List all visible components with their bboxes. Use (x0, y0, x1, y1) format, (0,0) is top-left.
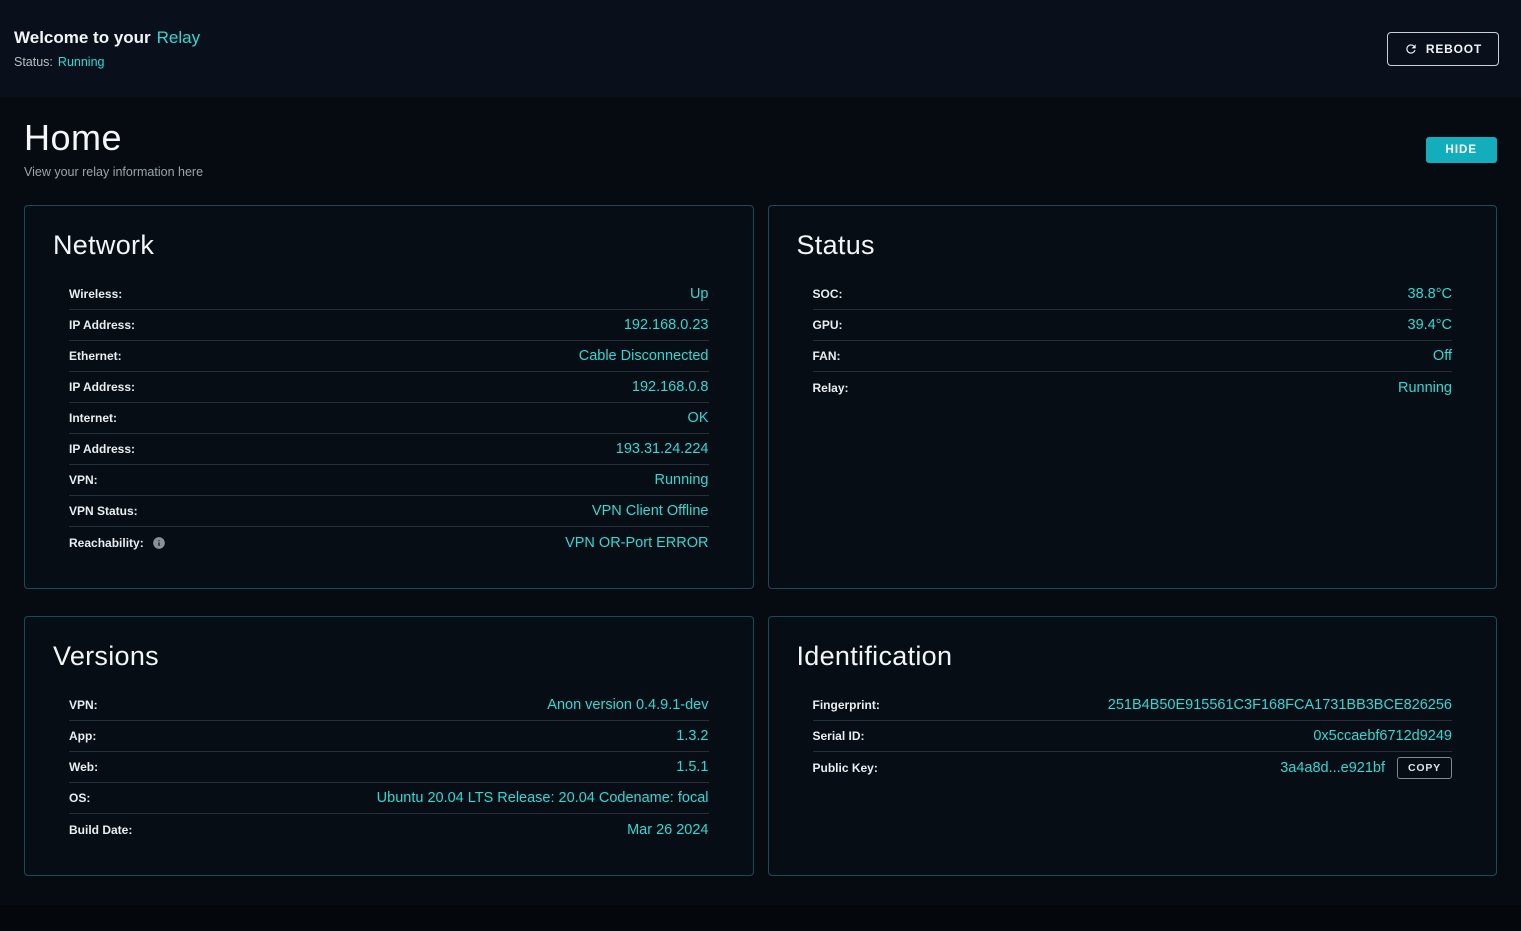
versions-card-title: Versions (53, 641, 725, 672)
row-value: 192.168.0.23 (624, 317, 709, 333)
row-label: Web: (69, 760, 98, 774)
row-value: Up (690, 286, 709, 302)
reboot-label: REBOOT (1426, 42, 1482, 56)
row-value: VPN Client Offline (592, 503, 709, 519)
row-value: Ubuntu 20.04 LTS Release: 20.04 Codename… (377, 790, 709, 806)
row-label: Wireless: (69, 287, 122, 301)
row-value: OK (688, 410, 709, 426)
top-bar: Welcome to your Relay Status: Running RE… (0, 0, 1521, 97)
reboot-button[interactable]: REBOOT (1387, 32, 1499, 66)
network-row: IP Address: 192.168.0.23 (69, 310, 709, 341)
identification-rows: Fingerprint: 251B4B50E915561C3F168FCA173… (797, 690, 1469, 783)
row-label: Serial ID: (813, 729, 865, 743)
versions-row: OS: Ubuntu 20.04 LTS Release: 20.04 Code… (69, 783, 709, 814)
row-value: Anon version 0.4.9.1-dev (547, 697, 708, 713)
row-label: VPN Status: (69, 504, 138, 518)
row-value: Running (654, 472, 708, 488)
row-value: Mar 26 2024 (627, 822, 708, 838)
row-value: 38.8°C (1408, 286, 1453, 302)
row-label: IP Address: (69, 380, 135, 394)
row-label: Fingerprint: (813, 698, 880, 712)
row-label: Reachability: (69, 536, 144, 550)
row-label: SOC: (813, 287, 843, 301)
welcome-prefix: Welcome to your (14, 28, 151, 48)
status-row: FAN: Off (813, 341, 1453, 372)
identification-card-title: Identification (797, 641, 1469, 672)
status-row: Relay: Running (813, 372, 1453, 403)
row-value: VPN OR-Port ERROR (565, 535, 708, 551)
row-label: IP Address: (69, 318, 135, 332)
footer-strip (0, 905, 1521, 931)
network-row: Wireless: Up (69, 279, 709, 310)
network-card-title: Network (53, 230, 725, 261)
network-row: VPN Status: VPN Client Offline (69, 496, 709, 527)
row-label: IP Address: (69, 442, 135, 456)
row-label: FAN: (813, 349, 841, 363)
row-value: 39.4°C (1408, 317, 1453, 333)
page-subtitle: View your relay information here (24, 165, 203, 179)
relay-status: Status: Running (14, 55, 200, 69)
row-label: Public Key: (813, 761, 878, 775)
row-value: 193.31.24.224 (616, 441, 709, 457)
row-label: VPN: (69, 473, 98, 487)
welcome-block: Welcome to your Relay Status: Running (14, 28, 200, 69)
versions-row: Build Date: Mar 26 2024 (69, 814, 709, 845)
network-row: Reachability: VPN OR-Port ERROR (69, 527, 709, 558)
versions-row: App: 1.3.2 (69, 721, 709, 752)
identification-card: Identification Fingerprint: 251B4B50E915… (768, 616, 1498, 876)
row-label: Internet: (69, 411, 117, 425)
page-title: Home (24, 117, 203, 159)
row-value: 1.5.1 (676, 759, 708, 775)
network-rows: Wireless: Up IP Address: 192.168.0.23 (53, 279, 725, 558)
identification-row: Fingerprint: 251B4B50E915561C3F168FCA173… (813, 690, 1453, 721)
welcome-highlight: Relay (157, 28, 200, 48)
row-value: 251B4B50E915561C3F168FCA1731BB3BCE826256 (1108, 697, 1452, 713)
reboot-icon (1404, 42, 1418, 56)
network-row: IP Address: 193.31.24.224 (69, 434, 709, 465)
row-value: Off (1433, 348, 1452, 364)
status-row: GPU: 39.4°C (813, 310, 1453, 341)
status-card-title: Status (797, 230, 1469, 261)
row-label: Ethernet: (69, 349, 122, 363)
copy-button[interactable]: COPY (1397, 757, 1452, 779)
row-value: 1.3.2 (676, 728, 708, 744)
info-icon[interactable] (152, 536, 166, 550)
row-label: GPU: (813, 318, 843, 332)
row-value: 0x5ccaebf6712d9249 (1313, 728, 1452, 744)
network-row: Internet: OK (69, 403, 709, 434)
row-value: 3a4a8d...e921bf (1280, 760, 1385, 776)
status-label: Status: (14, 55, 53, 69)
network-row: VPN: Running (69, 465, 709, 496)
hide-button[interactable]: HIDE (1426, 137, 1497, 163)
network-row: Ethernet: Cable Disconnected (69, 341, 709, 372)
main-content: Home View your relay information here HI… (0, 97, 1521, 876)
status-card: Status SOC: 38.8°C GPU: 39 (768, 205, 1498, 589)
row-label: OS: (69, 791, 90, 805)
versions-row: VPN: Anon version 0.4.9.1-dev (69, 690, 709, 721)
row-label: Build Date: (69, 823, 132, 837)
row-value: 192.168.0.8 (632, 379, 709, 395)
row-label: VPN: (69, 698, 98, 712)
row-value: Cable Disconnected (579, 348, 709, 364)
page-title-block: Home View your relay information here (24, 117, 203, 179)
status-rows: SOC: 38.8°C GPU: 39.4°C (797, 279, 1469, 403)
network-card: Network Wireless: Up IP Address: (24, 205, 754, 589)
row-value: Running (1398, 380, 1452, 396)
network-row: IP Address: 192.168.0.8 (69, 372, 709, 403)
versions-row: Web: 1.5.1 (69, 752, 709, 783)
versions-rows: VPN: Anon version 0.4.9.1-dev App: 1.3.2 (53, 690, 725, 845)
versions-card: Versions VPN: Anon version 0.4.9.1-dev A… (24, 616, 754, 876)
row-label: App: (69, 729, 96, 743)
row-label: Relay: (813, 381, 849, 395)
status-value: Running (58, 55, 105, 69)
page-head: Home View your relay information here HI… (24, 117, 1497, 179)
identification-row: Serial ID: 0x5ccaebf6712d9249 (813, 721, 1453, 752)
status-row: SOC: 38.8°C (813, 279, 1453, 310)
cards-grid: Network Wireless: Up IP Address: (24, 205, 1497, 876)
welcome-title: Welcome to your Relay (14, 28, 200, 48)
identification-row: Public Key: 3a4a8d...e921bf COPY (813, 752, 1453, 783)
